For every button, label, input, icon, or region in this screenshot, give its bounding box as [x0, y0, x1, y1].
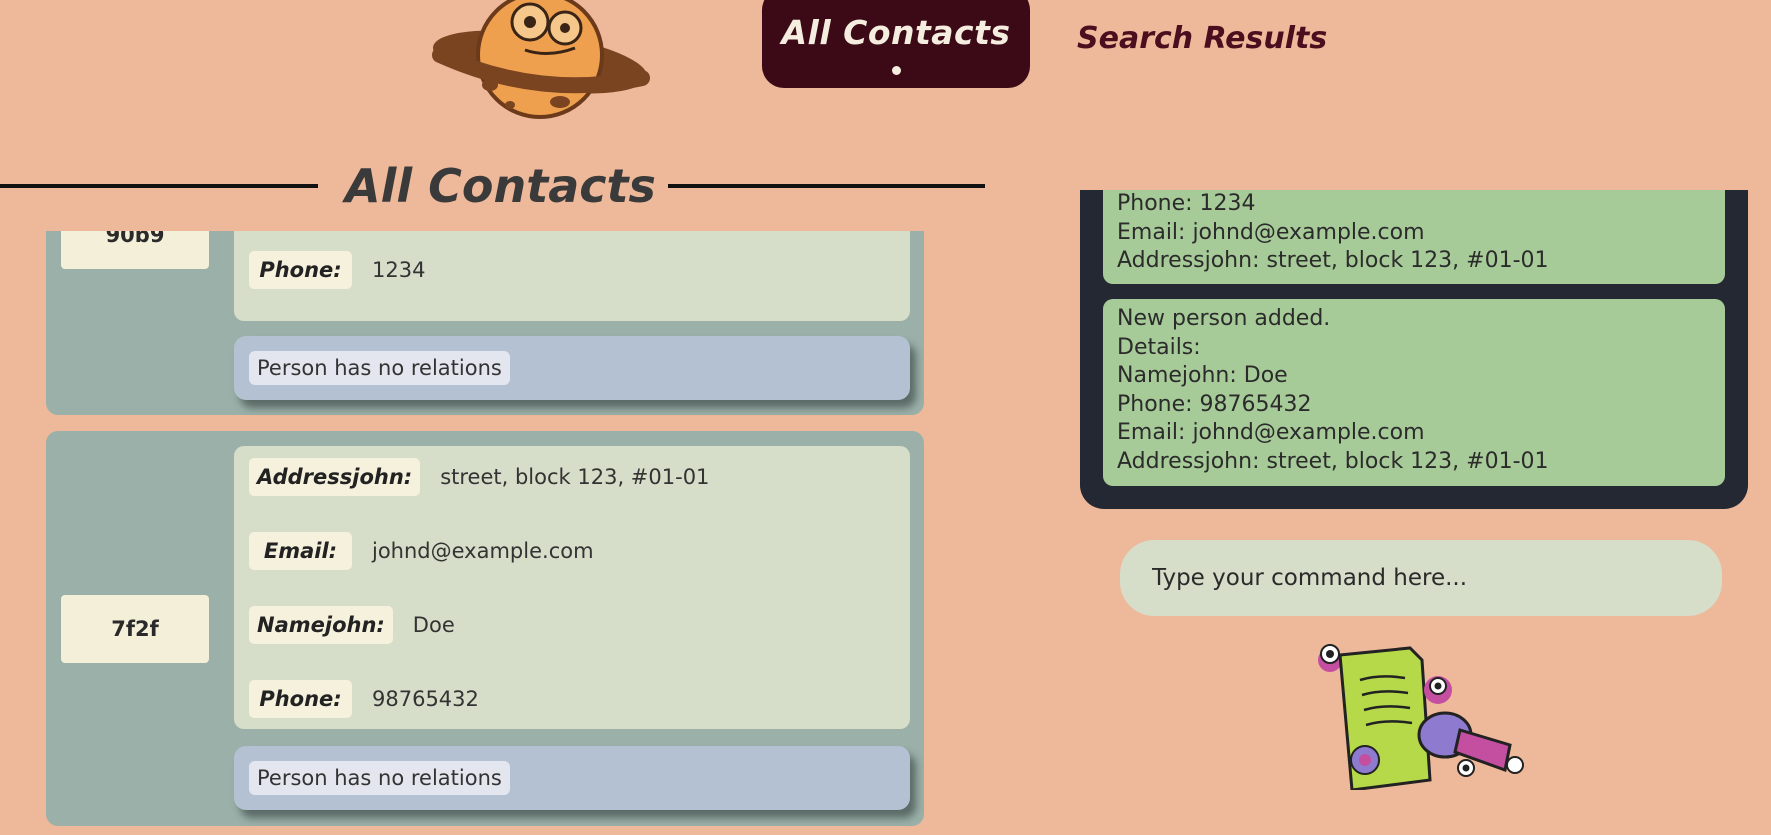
contact-fields: Addressjohn: street, block 123, #01-01 E…: [234, 446, 910, 729]
field-label: Phone:: [249, 251, 352, 289]
result-line: Phone: 98765432: [1117, 391, 1312, 417]
contact-card[interactable]: 7f2f Addressjohn: street, block 123, #01…: [46, 431, 924, 826]
document-monster-illustration: [1318, 644, 1524, 790]
active-tab-indicator: [891, 66, 901, 75]
result-display[interactable]: Phone: 1234 Email: johnd@example.com Add…: [1080, 190, 1748, 509]
title-divider-right: [668, 184, 985, 188]
contact-fields: Phone: 1234: [234, 231, 910, 321]
field-value: 98765432: [372, 687, 479, 711]
contact-id-badge: 7f2f: [61, 595, 209, 663]
field-row-name: Namejohn: Doe: [249, 606, 455, 644]
title-divider-left: [0, 184, 318, 188]
field-value: 1234: [372, 258, 426, 282]
field-value: street, block 123, #01-01: [440, 465, 710, 489]
result-line: Details:: [1117, 334, 1201, 360]
planet-mascot-logo: [432, 0, 650, 119]
field-value: johnd@example.com: [372, 539, 594, 563]
field-row-email: Email: johnd@example.com: [249, 532, 594, 570]
result-line: Email: johnd@example.com: [1117, 219, 1425, 245]
command-input[interactable]: [1120, 540, 1722, 616]
field-label: Namejohn:: [249, 606, 393, 644]
result-line: Addressjohn: street, block 123, #01-01: [1117, 448, 1549, 474]
relations-panel: Person has no relations: [234, 336, 910, 400]
contact-card[interactable]: 90b9 Phone: 1234 Person has no relations: [46, 231, 924, 415]
result-message: Phone: 1234 Email: johnd@example.com Add…: [1103, 190, 1725, 284]
result-line: New person added.: [1117, 306, 1331, 331]
contact-list[interactable]: 90b9 Phone: 1234 Person has no relations…: [0, 231, 940, 835]
result-line: Addressjohn: street, block 123, #01-01: [1117, 248, 1549, 273]
result-line: Namejohn: Doe: [1117, 363, 1288, 388]
field-value: Doe: [412, 613, 455, 637]
tab-all-contacts[interactable]: All Contacts: [762, 0, 1030, 88]
field-label: Phone:: [249, 680, 352, 718]
relations-panel: Person has no relations: [234, 746, 910, 810]
field-row-phone: Phone: 1234: [249, 251, 425, 289]
field-label: Addressjohn:: [249, 458, 421, 496]
section-title: All Contacts: [345, 159, 656, 213]
tab-all-contacts-label: All Contacts: [781, 13, 1011, 52]
field-row-address: Addressjohn: street, block 123, #01-01: [249, 458, 709, 496]
relations-text: Person has no relations: [249, 761, 510, 795]
field-row-phone: Phone: 98765432: [249, 680, 479, 718]
result-line: Email: johnd@example.com: [1117, 420, 1425, 445]
result-message: New person added. Details: Namejohn: Doe…: [1103, 299, 1725, 486]
relations-text: Person has no relations: [249, 351, 510, 385]
result-line: Phone: 1234: [1117, 191, 1256, 216]
field-label: Email:: [249, 532, 352, 570]
tab-search-results[interactable]: Search Results: [1077, 18, 1327, 60]
contact-id-badge: 90b9: [61, 231, 209, 269]
